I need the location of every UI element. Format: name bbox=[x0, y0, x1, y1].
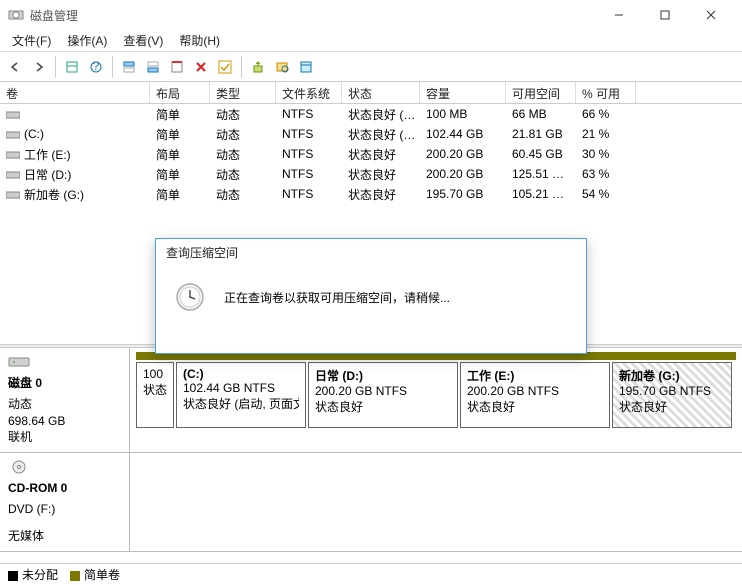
vol-name: 新加卷 (G:) bbox=[24, 188, 84, 202]
disk-size: 698.64 GB bbox=[8, 413, 121, 430]
view-top-button[interactable] bbox=[118, 56, 140, 78]
cdrom-name: CD-ROM 0 bbox=[8, 480, 121, 497]
action2-button[interactable] bbox=[271, 56, 293, 78]
legend-unalloc: 未分配 bbox=[22, 568, 58, 582]
toolbar: ? bbox=[0, 52, 742, 82]
part-status: 状态良好 (启动, 页面文 bbox=[183, 395, 299, 412]
minimize-button[interactable] bbox=[596, 0, 642, 30]
forward-button[interactable] bbox=[28, 56, 50, 78]
vol-name: 日常 (D:) bbox=[24, 168, 71, 182]
col-status[interactable]: 状态 bbox=[342, 82, 420, 103]
volume-icon bbox=[6, 130, 20, 140]
volume-row[interactable]: 新加卷 (G:)简单动态NTFS状态良好195.70 GB105.21 …54 … bbox=[0, 184, 742, 204]
dialog-title: 查询压缩空间 bbox=[156, 239, 586, 267]
volume-icon bbox=[6, 170, 20, 180]
legend-simple-swatch bbox=[70, 571, 80, 581]
part-size: 200.20 GB NTFS bbox=[315, 384, 451, 398]
menu-view[interactable]: 查看(V) bbox=[115, 30, 171, 51]
col-pct[interactable]: % 可用 bbox=[576, 82, 636, 103]
svg-text:?: ? bbox=[93, 60, 100, 73]
action1-button[interactable] bbox=[247, 56, 269, 78]
volume-row[interactable]: (C:)简单动态NTFS状态良好 (…102.44 GB21.81 GB21 % bbox=[0, 124, 742, 144]
cdrom-icon bbox=[8, 459, 30, 475]
partition[interactable]: 新加卷 (G:)195.70 GB NTFS状态良好 bbox=[612, 362, 732, 428]
part-size: 102.44 GB NTFS bbox=[183, 381, 299, 395]
part-size: 200.20 GB NTFS bbox=[467, 384, 603, 398]
disk-name: 磁盘 0 bbox=[8, 375, 121, 392]
part-name: 新加卷 (G:) bbox=[619, 367, 725, 384]
cdrom-status: 无媒体 bbox=[8, 528, 121, 545]
volume-icon bbox=[6, 110, 20, 120]
partition[interactable]: 工作 (E:)200.20 GB NTFS状态良好 bbox=[460, 362, 610, 428]
part-size: 100 M bbox=[143, 367, 167, 381]
cdrom-info[interactable]: CD-ROM 0 DVD (F:) 无媒体 bbox=[0, 453, 130, 550]
query-shrink-dialog: 查询压缩空间 正在查询卷以获取可用压缩空间，请稍候... bbox=[155, 238, 587, 354]
volume-icon bbox=[6, 150, 20, 160]
volume-row[interactable]: 简单动态NTFS状态良好 (…100 MB66 MB66 % bbox=[0, 104, 742, 124]
partition[interactable]: 100 M状态良 bbox=[136, 362, 174, 428]
vol-name: 工作 (E:) bbox=[24, 148, 71, 162]
col-type[interactable]: 类型 bbox=[210, 82, 276, 103]
part-status: 状态良好 bbox=[467, 398, 603, 415]
part-name: 日常 (D:) bbox=[315, 367, 451, 384]
disk-0-row: 磁盘 0 动态 698.64 GB 联机 100 M状态良(C:)102.44 … bbox=[0, 348, 742, 453]
legend-simple: 简单卷 bbox=[84, 568, 120, 582]
view-bottom-button[interactable] bbox=[142, 56, 164, 78]
dialog-message: 正在查询卷以获取可用压缩空间，请稍候... bbox=[224, 289, 450, 306]
col-volume[interactable]: 卷 bbox=[0, 82, 150, 103]
part-name: (C:) bbox=[183, 367, 299, 381]
view-list-button[interactable] bbox=[61, 56, 83, 78]
disk-mgmt-icon bbox=[8, 7, 24, 23]
col-free[interactable]: 可用空间 bbox=[506, 82, 576, 103]
disk-type: 动态 bbox=[8, 396, 121, 413]
col-fs[interactable]: 文件系统 bbox=[276, 82, 342, 103]
titlebar: 磁盘管理 bbox=[0, 0, 742, 30]
vol-name: (C:) bbox=[24, 127, 44, 141]
part-status: 状态良 bbox=[143, 381, 167, 398]
partition[interactable]: (C:)102.44 GB NTFS状态良好 (启动, 页面文 bbox=[176, 362, 306, 428]
help-button[interactable]: ? bbox=[85, 56, 107, 78]
properties-button[interactable] bbox=[295, 56, 317, 78]
volume-row[interactable]: 工作 (E:)简单动态NTFS状态良好200.20 GB60.45 GB30 % bbox=[0, 144, 742, 164]
menu-action[interactable]: 操作(A) bbox=[59, 30, 115, 51]
clock-icon bbox=[174, 281, 206, 313]
col-layout[interactable]: 布局 bbox=[150, 82, 210, 103]
legend-unalloc-swatch bbox=[8, 571, 18, 581]
menu-file[interactable]: 文件(F) bbox=[4, 30, 59, 51]
back-button[interactable] bbox=[4, 56, 26, 78]
cdrom-drive: DVD (F:) bbox=[8, 501, 121, 518]
graphical-view: 磁盘 0 动态 698.64 GB 联机 100 M状态良(C:)102.44 … bbox=[0, 348, 742, 552]
volume-list-header: 卷 布局 类型 文件系统 状态 容量 可用空间 % 可用 bbox=[0, 82, 742, 104]
part-size: 195.70 GB NTFS bbox=[619, 384, 725, 398]
volume-icon bbox=[6, 190, 20, 200]
part-name: 工作 (E:) bbox=[467, 367, 603, 384]
delete-button[interactable] bbox=[190, 56, 212, 78]
legend: 未分配 简单卷 bbox=[0, 563, 742, 585]
settings-button[interactable] bbox=[166, 56, 188, 78]
cdrom-row: CD-ROM 0 DVD (F:) 无媒体 bbox=[0, 453, 742, 551]
partition[interactable]: 日常 (D:)200.20 GB NTFS状态良好 bbox=[308, 362, 458, 428]
close-button[interactable] bbox=[688, 0, 734, 30]
part-status: 状态良好 bbox=[619, 398, 725, 415]
volume-list: 卷 布局 类型 文件系统 状态 容量 可用空间 % 可用 简单动态NTFS状态良… bbox=[0, 82, 742, 204]
menu-help[interactable]: 帮助(H) bbox=[171, 30, 228, 51]
part-status: 状态良好 bbox=[315, 398, 451, 415]
hdd-icon bbox=[8, 354, 30, 370]
col-cap[interactable]: 容量 bbox=[420, 82, 506, 103]
check-button[interactable] bbox=[214, 56, 236, 78]
disk-status: 联机 bbox=[8, 429, 121, 446]
disk-0-info[interactable]: 磁盘 0 动态 698.64 GB 联机 bbox=[0, 348, 130, 452]
maximize-button[interactable] bbox=[642, 0, 688, 30]
window-title: 磁盘管理 bbox=[30, 7, 596, 24]
menubar: 文件(F) 操作(A) 查看(V) 帮助(H) bbox=[0, 30, 742, 52]
volume-row[interactable]: 日常 (D:)简单动态NTFS状态良好200.20 GB125.51 …63 % bbox=[0, 164, 742, 184]
